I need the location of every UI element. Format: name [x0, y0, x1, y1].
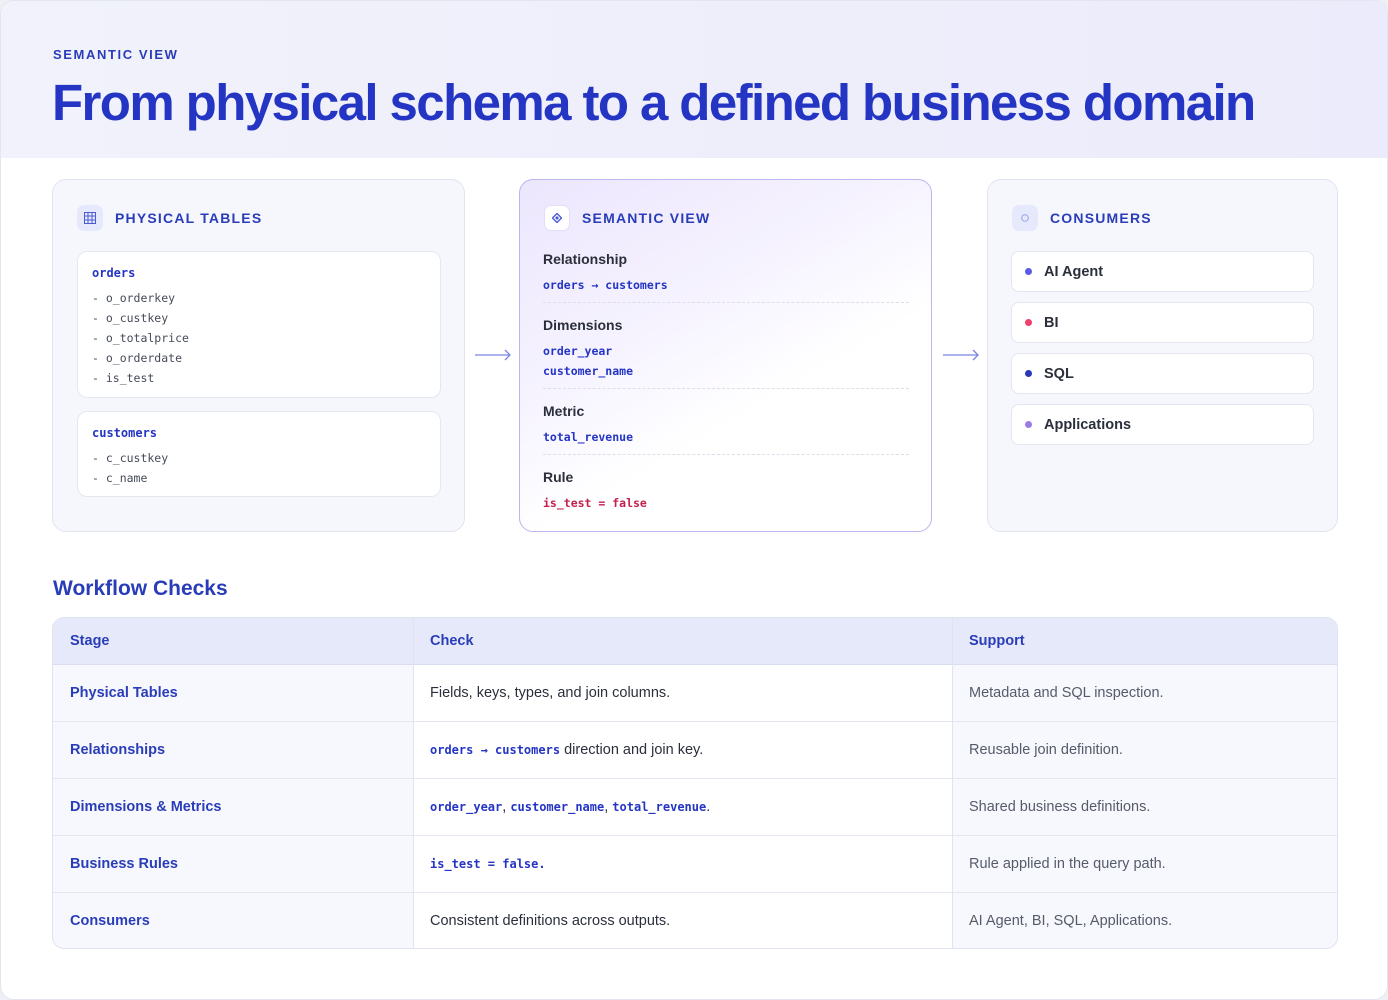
check-cell: order_year, customer_name, total_revenue… — [430, 799, 711, 815]
rule-value: is_test = false — [543, 496, 647, 510]
divider — [543, 302, 909, 303]
metric-section: Metric total_revenue — [543, 403, 909, 447]
support-cell: Shared business definitions. — [969, 799, 1151, 815]
table-row[interactable]: Business Rules is_test = false. Rule app… — [53, 836, 1337, 893]
dimension-value: customer_name — [543, 364, 634, 378]
semantic-view-panel: SEMANTIC VIEW Relationship orders → cust… — [519, 179, 932, 532]
arrow-right-icon — [475, 349, 511, 361]
check-text: direction and join key. — [560, 742, 704, 758]
eyebrow: SEMANTIC VIEW — [53, 47, 179, 62]
check-code: order_year — [430, 800, 503, 814]
consumer-label: BI — [1044, 314, 1059, 331]
workflow-table: Stage Check Support Physical Tables Fiel… — [52, 617, 1338, 949]
stage-cell: Physical Tables — [70, 685, 178, 701]
status-dot — [1025, 268, 1032, 275]
table-row[interactable]: Relationships orders → customers directi… — [53, 722, 1337, 779]
column-header-check: Check — [430, 633, 474, 649]
check-text: . — [538, 857, 546, 871]
metric-label: Metric — [543, 403, 585, 419]
stage-cell: Consumers — [70, 913, 150, 929]
consumer-sql[interactable]: SQL — [1011, 353, 1314, 394]
consumer-label: AI Agent — [1044, 263, 1104, 280]
check-code: is_test = false — [430, 857, 539, 871]
physical-tables-panel: PHYSICAL TABLES orders - o_orderkey - o_… — [52, 179, 465, 532]
check-code: customer_name — [510, 800, 605, 814]
check-cell: orders → customers direction and join ke… — [430, 722, 703, 779]
table-header: Stage Check Support — [53, 618, 1337, 665]
header: SEMANTIC VIEW From physical schema to a … — [1, 1, 1387, 158]
divider — [543, 454, 909, 455]
consumer-label: SQL — [1044, 365, 1074, 382]
check-code: total_revenue — [612, 800, 707, 814]
page: SEMANTIC VIEW From physical schema to a … — [0, 0, 1388, 1000]
status-dot — [1025, 370, 1032, 377]
support-cell: Rule applied in the query path. — [969, 856, 1166, 872]
column-header-stage: Stage — [70, 633, 110, 649]
table-grid-icon — [77, 205, 103, 231]
arrow-right-icon — [943, 349, 979, 361]
column-divider — [413, 618, 414, 948]
check-cell: Consistent definitions across outputs. — [430, 913, 671, 929]
dimension-value: order_year — [543, 344, 613, 358]
column-header-support: Support — [969, 633, 1025, 649]
page-title: From physical schema to a defined busine… — [52, 74, 1256, 131]
table-field: - o_orderdate — [92, 351, 183, 365]
relationship-value: orders → customers — [543, 278, 668, 292]
table-card-orders[interactable]: orders - o_orderkey - o_custkey - o_tota… — [77, 251, 441, 398]
table-name: customers — [92, 426, 158, 440]
table-field: - is_test — [92, 371, 155, 385]
dimensions-label: Dimensions — [543, 317, 623, 333]
divider — [543, 388, 909, 389]
consumer-ai-agent[interactable]: AI Agent — [1011, 251, 1314, 292]
check-code: orders → customers — [430, 743, 561, 757]
check-cell: is_test = false. — [430, 836, 546, 893]
table-field: - o_orderkey — [92, 291, 176, 305]
diamond-icon — [544, 205, 570, 231]
support-cell: Reusable join definition. — [969, 742, 1123, 758]
status-dot — [1025, 421, 1032, 428]
stage-cell: Relationships — [70, 742, 166, 758]
relationship-label: Relationship — [543, 251, 628, 267]
panel-header: SEMANTIC VIEW — [544, 205, 710, 231]
workflow-title: Workflow Checks — [53, 577, 228, 600]
consumers-panel: CONSUMERS AI Agent BI SQL Applications — [987, 179, 1338, 532]
table-card-customers[interactable]: customers - c_custkey - c_name — [77, 411, 441, 497]
support-cell: Metadata and SQL inspection. — [969, 685, 1164, 701]
table-field: - c_name — [92, 471, 148, 485]
table-field: - o_totalprice — [92, 331, 189, 345]
relationship-section: Relationship orders → customers — [543, 251, 909, 295]
circle-icon — [1012, 205, 1038, 231]
check-cell: Fields, keys, types, and join columns. — [430, 685, 671, 701]
stage-cell: Dimensions & Metrics — [70, 799, 222, 815]
table-row[interactable]: Dimensions & Metrics order_year, custome… — [53, 779, 1337, 836]
panel-header: CONSUMERS — [1012, 205, 1152, 231]
dimensions-section: Dimensions order_year customer_name — [543, 317, 909, 381]
rule-label: Rule — [543, 469, 574, 485]
metric-value: total_revenue — [543, 430, 634, 444]
semantic-view-title: SEMANTIC VIEW — [582, 210, 711, 226]
consumer-bi[interactable]: BI — [1011, 302, 1314, 343]
consumer-label: Applications — [1044, 416, 1132, 433]
table-row[interactable]: Consumers Consistent definitions across … — [53, 893, 1337, 948]
status-dot — [1025, 319, 1032, 326]
column-divider — [952, 618, 953, 948]
table-field: - c_custkey — [92, 451, 169, 465]
physical-tables-title: PHYSICAL TABLES — [115, 210, 263, 226]
table-row[interactable]: Physical Tables Fields, keys, types, and… — [53, 665, 1337, 722]
consumers-title: CONSUMERS — [1050, 210, 1152, 226]
table-field: - o_custkey — [92, 311, 169, 325]
support-cell: AI Agent, BI, SQL, Applications. — [969, 913, 1173, 929]
stage-cell: Business Rules — [70, 856, 178, 872]
rule-section: Rule is_test = false — [543, 469, 909, 513]
panel-header: PHYSICAL TABLES — [77, 205, 262, 231]
consumer-applications[interactable]: Applications — [1011, 404, 1314, 445]
table-name: orders — [92, 266, 136, 280]
